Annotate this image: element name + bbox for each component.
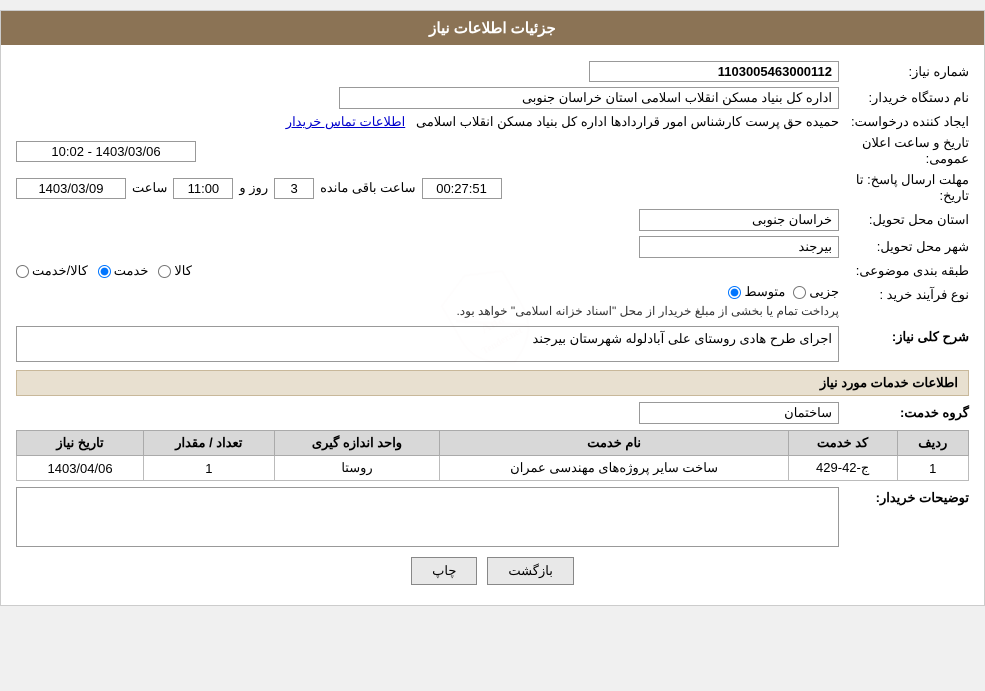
back-button[interactable]: بازگشت <box>487 557 573 585</box>
purchase-label-minor: جزیی <box>809 284 839 300</box>
col-header-row: ردیف <box>897 431 968 456</box>
service-group-label: گروه خدمت: <box>839 405 969 421</box>
need-number-value: 1103005463000112 <box>589 61 839 82</box>
service-group-value: ساختمان <box>639 402 839 424</box>
province-label: استان محل تحویل: <box>839 212 969 228</box>
category-radio-goods-service[interactable] <box>16 265 29 278</box>
deadline-days-label: روز و <box>239 180 268 196</box>
purchase-label-medium: متوسط <box>744 284 785 300</box>
deadline-remaining: 00:27:51 <box>422 178 502 199</box>
cell-name: ساخت سایر پروژه‌های مهندسی عمران <box>440 456 788 481</box>
deadline-days: 3 <box>274 178 314 199</box>
buttons-row: بازگشت چاپ <box>16 557 969 585</box>
category-option-service: خدمت <box>98 263 149 279</box>
category-label-goods-service: کالا/خدمت <box>32 263 88 279</box>
category-option-goods: کالا <box>158 263 192 279</box>
buyer-org-value: اداره کل بنیاد مسکن انقلاب اسلامی استان … <box>339 87 839 109</box>
deadline-date: 1403/03/09 <box>16 178 126 199</box>
services-section-title: اطلاعات خدمات مورد نیاز <box>16 370 969 396</box>
buyer-notes-textarea[interactable] <box>16 487 839 547</box>
city-value: بیرجند <box>639 236 839 258</box>
creator-value: حمیده حق پرست کارشناس امور قراردادها ادا… <box>416 114 839 129</box>
purchase-radio-medium[interactable] <box>728 286 741 299</box>
cell-quantity: 1 <box>144 456 274 481</box>
services-table: ردیف کد خدمت نام خدمت واحد اندازه گیری ت… <box>16 430 969 481</box>
announce-value: 1403/03/06 - 10:02 <box>16 141 196 162</box>
page-header: جزئیات اطلاعات نیاز <box>1 11 984 45</box>
category-option-goods-service: کالا/خدمت <box>16 263 88 279</box>
col-header-name: نام خدمت <box>440 431 788 456</box>
col-header-date: تاریخ نیاز <box>17 431 144 456</box>
cell-unit: روستا <box>274 456 440 481</box>
category-radio-goods[interactable] <box>158 265 171 278</box>
category-radio-service[interactable] <box>98 265 111 278</box>
category-label-goods: کالا <box>174 263 192 279</box>
creator-label: ایجاد کننده درخواست: <box>839 114 969 130</box>
creator-contact-link[interactable]: اطلاعات تماس خریدار <box>286 114 405 129</box>
col-header-qty: تعداد / مقدار <box>144 431 274 456</box>
print-button[interactable]: چاپ <box>411 557 477 585</box>
purchase-option-medium: متوسط <box>728 284 785 300</box>
col-header-code: کد خدمت <box>788 431 897 456</box>
deadline-time-label: ساعت <box>132 180 167 196</box>
purchase-radio-minor[interactable] <box>793 286 806 299</box>
city-label: شهر محل تحویل: <box>839 239 969 255</box>
category-label-service: خدمت <box>114 263 149 279</box>
purchase-label: نوع فرآیند خرید : <box>839 284 969 303</box>
cell-code: ج-42-429 <box>788 456 897 481</box>
table-row: 1ج-42-429ساخت سایر پروژه‌های مهندسی عمرا… <box>17 456 969 481</box>
category-label: طبقه بندی موضوعی: <box>839 263 969 279</box>
deadline-remaining-label: ساعت باقی مانده <box>320 180 415 196</box>
announce-label: تاریخ و ساعت اعلان عمومی: <box>839 135 969 167</box>
description-label: شرح کلی نیاز: <box>839 326 969 345</box>
description-value: اجرای طرح هادی روستای علی آبادلوله شهرست… <box>16 326 839 362</box>
province-value: خراسان جنوبی <box>639 209 839 231</box>
buyer-org-label: نام دستگاه خریدار: <box>839 90 969 106</box>
purchase-option-minor: جزیی <box>793 284 839 300</box>
page-title: جزئیات اطلاعات نیاز <box>429 20 556 37</box>
need-number-label: شماره نیاز: <box>839 64 969 80</box>
cell-row: 1 <box>897 456 968 481</box>
deadline-time: 11:00 <box>173 178 233 199</box>
col-header-unit: واحد اندازه گیری <box>274 431 440 456</box>
buyer-notes-label: توضیحات خریدار: <box>839 487 969 506</box>
purchase-note: پرداخت تمام یا بخشی از مبلغ خریدار از مح… <box>456 304 839 318</box>
deadline-label: مهلت ارسال پاسخ: تا تاریخ: <box>839 172 969 204</box>
cell-date: 1403/04/06 <box>17 456 144 481</box>
